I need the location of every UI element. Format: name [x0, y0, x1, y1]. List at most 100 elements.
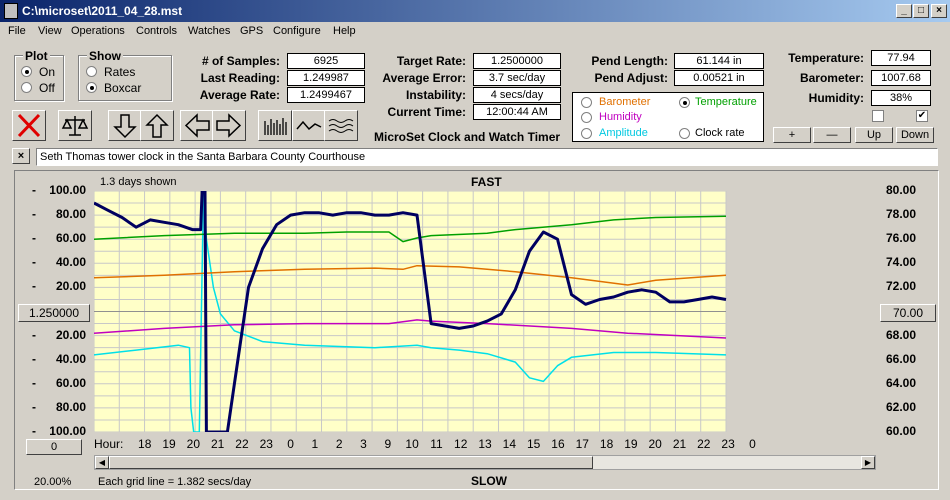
- right-tick-label: 64.00: [886, 375, 917, 390]
- right-tick-label: 80.00: [886, 183, 917, 197]
- slow-label: SLOW: [471, 474, 507, 488]
- scroll-right-icon[interactable]: ▶: [861, 456, 875, 469]
- wave-view-button[interactable]: [324, 110, 358, 141]
- minimize-button[interactable]: _: [896, 4, 912, 18]
- left-tick-dash: -: [32, 351, 36, 366]
- maximize-button[interactable]: □: [913, 4, 929, 18]
- up-arrow-button[interactable]: [140, 110, 174, 141]
- x-tick-label: 21: [210, 437, 225, 451]
- menu-controls[interactable]: Controls: [136, 25, 177, 37]
- last-reading-value: 1.249987: [287, 70, 365, 86]
- x-tick-label: 18: [138, 437, 152, 451]
- center-rate-button[interactable]: 1.250000: [18, 304, 90, 322]
- left-tick-label: 100.00: [49, 424, 86, 438]
- app-icon: [4, 3, 18, 19]
- average-error-value: 3.7 sec/day: [473, 70, 561, 86]
- plot-on-radio[interactable]: [21, 66, 32, 77]
- left-tick-dash: -: [32, 424, 36, 438]
- fast-label: FAST: [471, 175, 502, 189]
- samples-value: 6925: [287, 53, 365, 69]
- days-shown-label: 1.3 days shown: [100, 176, 177, 188]
- amplitude-radio[interactable]: [581, 128, 592, 139]
- barometer-value: 1007.68: [871, 70, 931, 86]
- scale-minus-button[interactable]: —: [813, 127, 851, 143]
- x-tick-label: 2: [335, 437, 343, 451]
- right-tick-label: 74.00: [886, 255, 917, 270]
- menu-operations[interactable]: Operations: [71, 25, 125, 37]
- arrow-right-icon: [216, 113, 242, 138]
- center-temp-button[interactable]: 70.00: [880, 304, 936, 322]
- menu-watches[interactable]: Watches: [188, 25, 230, 37]
- average-rate-value: 1.2499467: [287, 87, 365, 103]
- checkbox-2[interactable]: ✔: [916, 110, 928, 122]
- left-tick-dash: -: [32, 207, 36, 222]
- line-icon: [296, 120, 322, 131]
- left-tick-label: 40.00: [55, 255, 86, 270]
- plot-off-radio[interactable]: [21, 82, 32, 93]
- x-tick-label: 16: [551, 437, 565, 451]
- clear-description-button[interactable]: ×: [12, 148, 30, 164]
- boxcar-radio[interactable]: [86, 82, 97, 93]
- barometer-radio[interactable]: [581, 97, 592, 108]
- grid-note: Each grid line = 1.382 secs/day: [98, 476, 252, 488]
- x-tick-label: 22: [235, 437, 249, 451]
- barometer-label: Barometer:: [799, 71, 864, 85]
- zero-button[interactable]: 0: [26, 439, 82, 455]
- left-tick-dash: -: [32, 327, 36, 342]
- x-tick-label: 23: [259, 437, 273, 451]
- close-button[interactable]: ×: [931, 4, 947, 18]
- right-arrow-button[interactable]: [212, 110, 246, 141]
- menu-view[interactable]: View: [38, 25, 62, 37]
- left-tick-dash: -: [32, 183, 36, 197]
- humidity-radio[interactable]: [581, 112, 592, 123]
- plot-group: Plot On Off: [14, 49, 64, 101]
- temperature-radio[interactable]: [679, 97, 690, 108]
- current-time-value: 12:00:44 AM: [473, 104, 561, 120]
- menu-file[interactable]: File: [8, 25, 26, 37]
- scale-down-button[interactable]: Down: [896, 127, 934, 143]
- x-tick-label: 17: [575, 437, 589, 451]
- bars-view-button[interactable]: [258, 110, 292, 141]
- left-tick-dash: -: [32, 255, 36, 270]
- app-name: MicroSet Clock and Watch Timer: [374, 130, 561, 144]
- right-tick-label: 60.00: [886, 424, 917, 438]
- x-tick-label: 14: [502, 437, 517, 451]
- x-tick-label: 0: [287, 437, 294, 451]
- clock-rate-legend-label: Clock rate: [695, 127, 745, 139]
- checkbox-1[interactable]: [872, 110, 884, 122]
- left-tick-label: 80.00: [55, 207, 86, 222]
- menu-help[interactable]: Help: [333, 25, 356, 37]
- scroll-thumb[interactable]: [109, 456, 593, 469]
- scale-up-button[interactable]: Up: [855, 127, 893, 143]
- left-tick-label: 80.00: [55, 399, 86, 414]
- x-tick-label: 20: [186, 437, 201, 451]
- description-field[interactable]: Seth Thomas tower clock in the Santa Bar…: [36, 148, 938, 166]
- menu-gps[interactable]: GPS: [240, 25, 263, 37]
- balance-button[interactable]: [58, 110, 92, 141]
- clock-rate-radio[interactable]: [679, 128, 690, 139]
- barometer-legend-label: Barometer: [599, 96, 651, 108]
- average-rate-label: Average Rate:: [199, 88, 280, 102]
- down-arrow-button[interactable]: [108, 110, 142, 141]
- line-view-button[interactable]: [292, 110, 326, 141]
- right-tick-label: 76.00: [886, 231, 917, 246]
- x-tick-label: 19: [162, 437, 176, 451]
- horizontal-scrollbar[interactable]: ◀ ▶: [94, 455, 876, 470]
- scroll-left-icon[interactable]: ◀: [95, 456, 109, 469]
- current-time-label: Current Time:: [387, 105, 466, 119]
- humidity-value: 38%: [871, 90, 931, 106]
- rates-radio[interactable]: [86, 66, 97, 77]
- amplitude-legend-label: Amplitude: [599, 127, 648, 139]
- target-rate-value: 1.2500000: [473, 53, 561, 69]
- scale-plus-button[interactable]: +: [773, 127, 811, 143]
- bars-icon: [264, 118, 287, 135]
- left-tick-label: 60.00: [55, 375, 86, 390]
- balance-icon: [61, 116, 89, 136]
- menu-configure[interactable]: Configure: [273, 25, 321, 37]
- humidity-legend-label: Humidity: [599, 111, 642, 123]
- stop-button[interactable]: [12, 110, 46, 141]
- pend-adjust-value: 0.00521 in: [674, 70, 764, 86]
- left-arrow-button[interactable]: [180, 110, 214, 141]
- x-tick-label: 21: [672, 437, 687, 451]
- hour-label: Hour:: [94, 437, 124, 451]
